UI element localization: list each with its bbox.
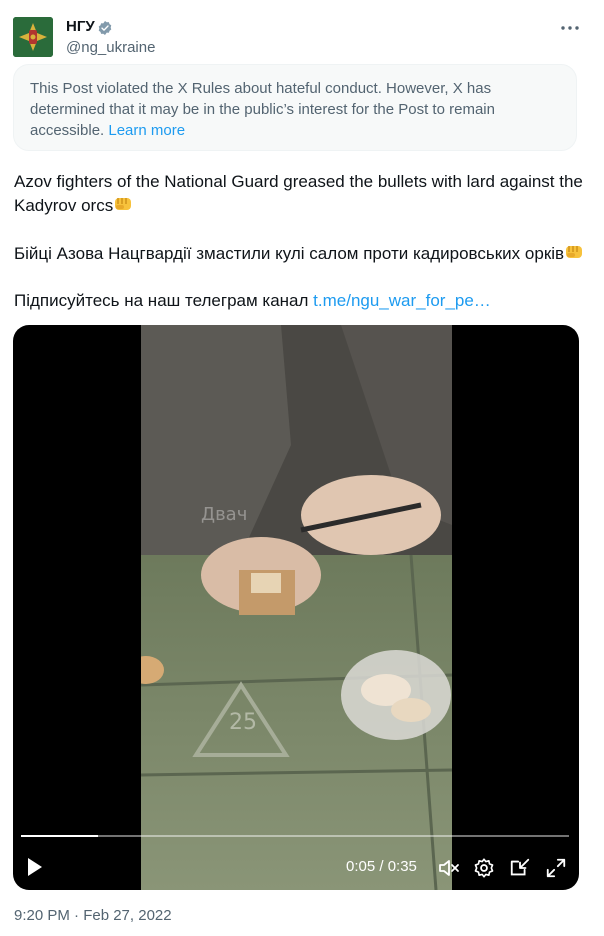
pip-icon[interactable]: [509, 857, 531, 879]
author-name[interactable]: НГУ: [66, 18, 95, 36]
learn-more-link[interactable]: Learn more: [108, 122, 185, 139]
notice-message: This Post violated the X Rules about hat…: [30, 80, 495, 139]
verified-badge-icon: [98, 21, 112, 35]
video-frame: 25 Двач: [141, 325, 452, 890]
post-timestamp[interactable]: 9:20 PM · Feb 27, 2022: [14, 907, 172, 925]
video-progress-bar[interactable]: [21, 835, 569, 837]
post-text-telegram: Підписуйтесь на наш телеграм канал t.me/…: [14, 289, 589, 313]
play-icon[interactable]: [26, 857, 44, 877]
mute-icon[interactable]: [438, 858, 460, 878]
video-time: 0:05 / 0:35: [346, 858, 417, 875]
telegram-link[interactable]: t.me/ngu_war_for_pe…: [313, 291, 491, 310]
video-player[interactable]: 25 Двач 0:05 / 0:35: [13, 325, 579, 890]
fullscreen-icon[interactable]: [545, 857, 567, 879]
ngu-emblem-icon: [13, 17, 53, 57]
author-handle[interactable]: @ng_ukraine: [66, 39, 155, 57]
crate-number: 25: [229, 710, 257, 735]
post-text-english: Azov fighters of the National Guard grea…: [14, 170, 589, 218]
video-progress-fill: [21, 835, 98, 837]
fist-emoji-icon: [566, 246, 583, 258]
avatar[interactable]: [13, 17, 53, 57]
settings-icon[interactable]: [473, 857, 495, 879]
fist-emoji-icon: [115, 198, 132, 210]
post-line-english: Azov fighters of the National Guard grea…: [14, 172, 583, 215]
video-watermark: Двач: [201, 504, 247, 525]
notice-text: This Post violated the X Rules about hat…: [30, 78, 550, 141]
post-line-ukrainian: Бійці Азова Нацгвардії змастили кулі сал…: [14, 244, 565, 263]
post-text-ukrainian: Бійці Азова Нацгвардії змастили кулі сал…: [14, 242, 589, 266]
telegram-prompt: Підписуйтесь на наш телеграм канал: [14, 291, 309, 310]
more-options-icon[interactable]: [558, 18, 582, 38]
